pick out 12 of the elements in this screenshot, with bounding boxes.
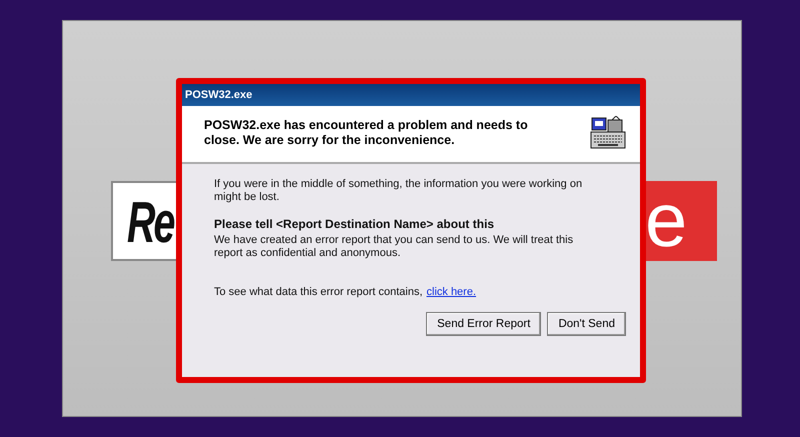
report-text: We have created an error report that you can send to us. We will treat this report as confidential and anonymous. xyxy=(214,234,574,260)
window-title: POSW32.exe xyxy=(185,89,252,101)
details-text: To see what data this error report contains, xyxy=(214,286,422,298)
details-link[interactable]: click here. xyxy=(426,286,476,298)
dialog-button[interactable]: Don't Send xyxy=(547,312,626,336)
info-text: If you were in the middle of something, the information you were working on might be lost. xyxy=(214,178,584,204)
dialog-button[interactable]: Send Error Report xyxy=(426,312,542,336)
banner-text: e xyxy=(645,177,688,264)
header-message: POSW32.exe has encountered a problem and needs to close. We are sorry for the inconvenience. xyxy=(204,118,529,148)
report-heading: Please tell <Report Destination Name> about this xyxy=(214,218,496,231)
computer-icon xyxy=(590,116,626,150)
banner-text: Re xyxy=(127,189,174,256)
